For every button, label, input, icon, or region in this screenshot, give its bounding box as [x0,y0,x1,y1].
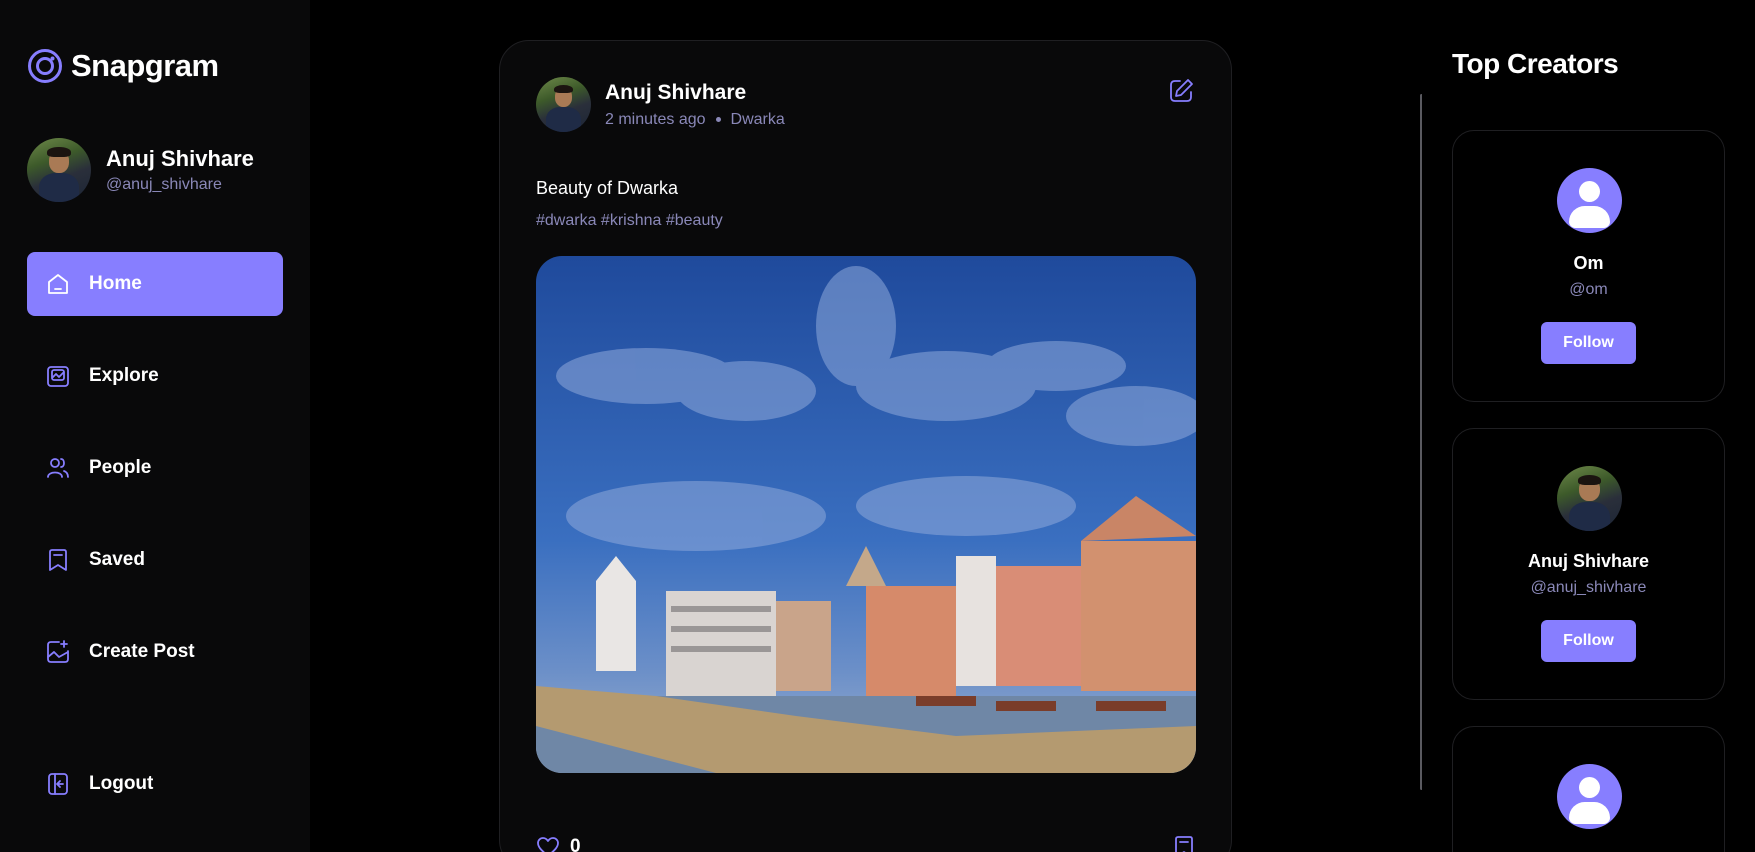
like-section: 0 [536,835,581,852]
explore-icon [45,363,71,389]
app-name: Snapgram [71,48,219,83]
post-header: Anuj Shivhare 2 minutes ago Dwarka [536,77,785,132]
bookmark-icon [1175,836,1193,852]
sidebar-item-label: Saved [89,549,145,570]
logout-label: Logout [89,773,154,794]
right-panel [1422,0,1755,852]
post-location: Dwarka [730,110,785,128]
save-post-button[interactable] [1173,835,1195,852]
post-time: 2 minutes ago [605,110,706,128]
post-tags: #dwarka #krishna #beauty [536,212,723,229]
sidebar-nav: Home Explore People Saved Create Post [27,252,283,712]
top-creators-title: Top Creators [1452,48,1619,79]
sidebar-item-create-post[interactable]: Create Post [27,620,283,684]
creator-card: Om @om Follow [1452,130,1725,402]
sidebar-item-label: Create Post [89,641,195,662]
logout-button[interactable]: Logout [27,752,283,816]
sidebar-item-saved[interactable]: Saved [27,528,283,592]
creator-handle: @anuj_shivhare [1530,579,1647,596]
default-avatar-icon[interactable] [1557,168,1622,233]
edit-post-button[interactable] [1167,77,1195,105]
post-caption: Beauty of Dwarka [536,178,679,198]
sidebar-item-label: People [89,457,152,478]
creator-handle: @om [1569,281,1608,298]
creator-card [1452,726,1725,852]
post-image[interactable] [536,256,1196,773]
sidebar-item-home[interactable]: Home [27,252,283,316]
edit-icon [1170,79,1193,102]
sidebar-item-label: Explore [89,365,159,386]
left-sidebar: Snapgram Anuj Shivhare @anuj_shivhare Ho… [0,0,310,852]
home-icon [45,271,71,297]
heart-icon[interactable] [536,835,560,852]
separator-dot [715,117,721,122]
post-author-avatar[interactable] [536,77,591,132]
post-meta: 2 minutes ago Dwarka [605,111,785,129]
sidebar-item-explore[interactable]: Explore [27,344,283,408]
logo-icon [28,49,62,83]
like-count: 0 [570,836,581,852]
logout-icon [45,771,71,797]
app-logo[interactable]: Snapgram [27,48,219,84]
profile-handle: @anuj_shivhare [106,176,222,193]
post-card: Anuj Shivhare 2 minutes ago Dwarka Beaut… [499,40,1232,852]
avatar[interactable] [1557,466,1622,531]
create-post-icon [45,639,71,665]
follow-button[interactable]: Follow [1541,620,1636,662]
post-author-name[interactable]: Anuj Shivhare [605,81,785,105]
creator-name: Om [1573,253,1604,273]
creator-name: Anuj Shivhare [1527,551,1650,571]
follow-button[interactable]: Follow [1541,322,1636,364]
people-icon [45,455,71,481]
sidebar-item-label: Home [89,273,142,294]
bookmark-icon [45,547,71,573]
creator-card: Anuj Shivhare @anuj_shivhare Follow [1452,428,1725,700]
profile-name: Anuj Shivhare [106,146,254,171]
avatar[interactable] [27,138,91,202]
default-avatar-icon[interactable] [1557,764,1622,829]
user-profile[interactable]: Anuj Shivhare @anuj_shivhare [27,138,254,202]
sidebar-item-people[interactable]: People [27,436,283,500]
